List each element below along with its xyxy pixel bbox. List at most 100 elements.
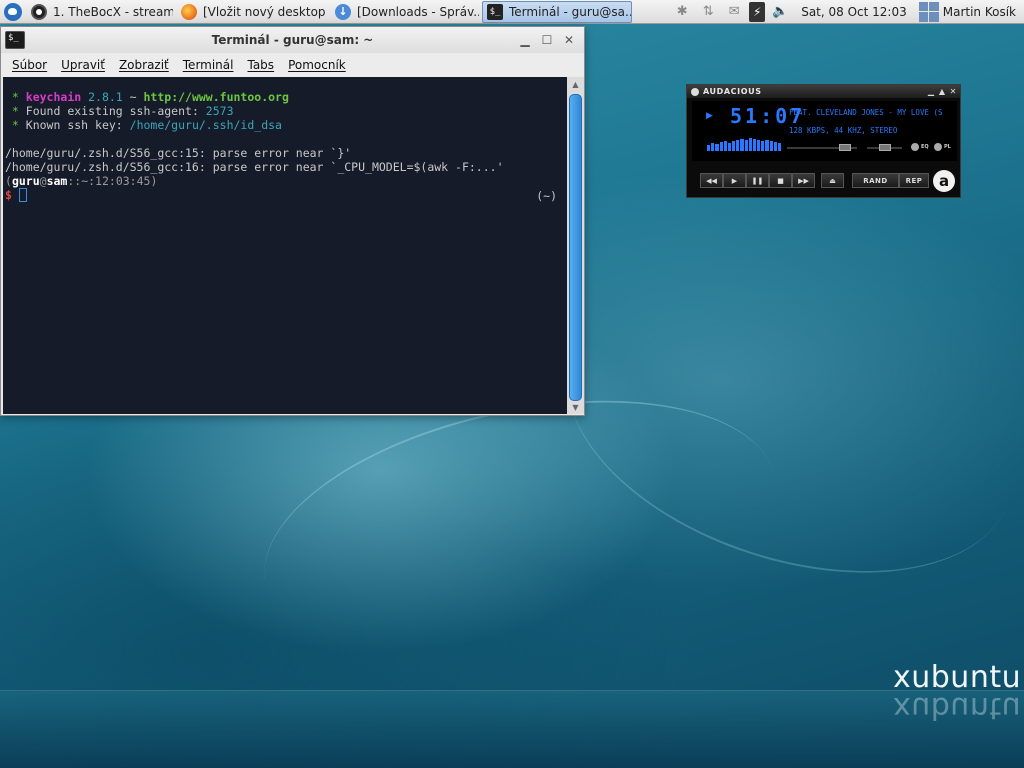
eq-label: EQ [921,144,929,150]
menu-upravit[interactable]: Upraviť [54,58,112,72]
keychain-text: keychain [25,90,82,104]
clock[interactable]: Sat, 08 Oct 12:03 [793,5,915,19]
key-path-text: /home/guru/.ssh/id_dsa [129,118,282,132]
taskbar-item-label: [Downloads - Správ... [357,4,480,19]
scroll-down-icon[interactable]: ▼ [567,400,584,414]
bluetooth-icon[interactable]: ✱ [671,1,693,23]
right-prompt: (~) [536,189,557,203]
audacious-display: ▶ 51:07 FEAT. CLEVELAND JONES - MY LOVE … [692,101,957,161]
terminal-line: * keychain 2.8.1 ~ http://www.funtoo.org [5,90,567,104]
mail-icon[interactable]: ✉ [723,1,745,23]
menu-terminal[interactable]: Terminál [176,58,241,72]
user-name[interactable]: Martin Kosík [943,5,1024,19]
volume-icon[interactable]: 🔈 [769,1,791,23]
play-indicator-icon: ▶ [706,111,713,121]
volume-slider[interactable] [787,144,857,151]
bullet: * [5,90,26,104]
song-title: FEAT. CLEVELAND JONES - MY LOVE (S [789,108,943,117]
eq-dot-icon [911,143,919,151]
audacious-menu-icon[interactable] [691,87,699,96]
menu-tabs[interactable]: Tabs [240,58,281,72]
window-title: Terminál - guru@sam: ~ [211,33,374,47]
separator-text: ~ [122,90,144,104]
visualizer[interactable] [707,135,782,151]
scroll-up-icon[interactable]: ▲ [567,77,584,91]
input-line[interactable]: $ [5,188,567,202]
terminal-line: * Found existing ssh-agent: 2573 [5,104,567,118]
network-icon[interactable]: ⇅ [697,1,719,23]
bullet: * [5,104,26,118]
eq-toggle[interactable]: EQ [911,143,929,151]
menu-zobrazit[interactable]: Zobraziť [112,58,176,72]
download-icon: ↓ [335,3,351,20]
taskbar-item-label: [Vložit nový desktop ... [203,4,328,19]
shade-icon[interactable]: ▲ [938,87,946,96]
menu-pomocnik[interactable]: Pomocník [281,58,353,72]
prompt-line: (guru@sam::~:12:03:45) [5,174,567,188]
taskbar-item-terminal[interactable]: $_ Terminál - guru@sa... [482,0,632,23]
taskbar-item-obs[interactable]: 1. TheBocX - stream... [26,1,174,23]
audacious-logo[interactable]: a [933,170,955,192]
pid-text: 2573 [205,104,234,118]
pl-label: PL [944,144,951,150]
audacious-title: AUDACIOUS [703,87,762,96]
maximize-icon[interactable]: ☐ [538,32,556,48]
menubar: Súbor Upraviť Zobraziť Terminál Tabs Pom… [1,53,584,77]
prompt-dollar: $ [5,188,19,202]
prompt-user: guru [11,174,40,188]
taskbar-item-label: Terminál - guru@sa... [509,4,632,19]
close-icon[interactable]: ✕ [949,87,957,96]
menu-subor[interactable]: Súbor [5,58,54,72]
repeat-button[interactable]: REP [899,173,929,188]
scrollbar-thumb[interactable] [569,94,582,401]
bullet: * [5,118,26,132]
cursor [18,188,27,202]
system-tray: ✱ ⇅ ✉ ⚡ 🔈 Sat, 08 Oct 12:03 Martin Kosík [669,0,1024,24]
pause-icon[interactable]: ❚❚ [746,173,769,188]
audacious-player: AUDACIOUS ▁ ▲ ✕ ▶ 51:07 FEAT. CLEVELAND … [686,84,961,198]
volume-knob[interactable] [839,144,851,151]
scrollbar[interactable]: ▲ ▼ [567,77,584,414]
shuffle-button[interactable]: RAND [852,173,899,188]
taskbar-item-downloads[interactable]: ↓ [Downloads - Správ... [330,1,480,23]
audacious-titlebar[interactable]: AUDACIOUS ▁ ▲ ✕ [687,85,960,98]
user-icon [918,1,939,22]
terminal-line: /home/guru/.zsh.d/S56_gcc:15: parse erro… [5,146,352,160]
terminal-window: $_ Terminál - guru@sam: ~ ▁ ☐ ✕ Súbor Up… [0,26,585,416]
taskbar-item-label: 1. TheBocX - stream... [53,4,174,19]
next-icon[interactable]: ▶▶ [792,173,815,188]
minimize-icon[interactable]: ▁ [516,32,534,48]
xfce-mouse-icon [4,2,22,21]
terminal-titlebar[interactable]: $_ Terminál - guru@sam: ~ ▁ ☐ ✕ [1,27,584,53]
terminal-line: /home/guru/.zsh.d/S56_gcc:16: parse erro… [5,160,504,174]
firefox-icon [181,3,197,20]
top-panel: 1. TheBocX - stream... [Vložit nový desk… [0,0,1024,24]
terminal-output[interactable]: * keychain 2.8.1 ~ http://www.funtoo.org… [3,77,567,414]
applications-menu-button[interactable] [0,0,26,24]
line-text: Found existing ssh-agent: [25,104,206,118]
balance-knob[interactable] [879,144,891,151]
url-text: http://www.funtoo.org [143,90,289,104]
balance-slider[interactable] [867,144,902,151]
minimize-icon[interactable]: ▁ [927,87,935,96]
taskbar-item-firefox[interactable]: [Vložit nový desktop ... [176,1,328,23]
previous-icon[interactable]: ◀◀ [700,173,723,188]
prompt-part: @ [39,174,47,188]
prompt-time: ::~:12:03:45) [67,174,158,188]
power-icon[interactable]: ⚡ [749,1,766,22]
eject-icon[interactable]: ⏏ [821,173,844,188]
close-icon[interactable]: ✕ [560,32,578,48]
play-icon[interactable]: ▶ [723,173,746,188]
line-text: Known ssh key: [25,118,130,132]
pl-dot-icon [934,143,942,151]
terminal-line: * Known ssh key: /home/guru/.ssh/id_dsa [5,118,567,132]
version-text: 2.8.1 [81,90,123,104]
obs-icon [31,3,47,20]
stream-info: 128 KBPS, 44 KHZ, STEREO [789,126,898,135]
stop-icon[interactable]: ■ [769,173,792,188]
pl-toggle[interactable]: PL [934,143,951,151]
transport-controls: ◀◀ ▶ ❚❚ ■ ▶▶ ⏏ RAND REP [700,173,929,188]
prompt-host: sam [46,174,68,188]
terminal-icon: $_ [487,3,503,20]
